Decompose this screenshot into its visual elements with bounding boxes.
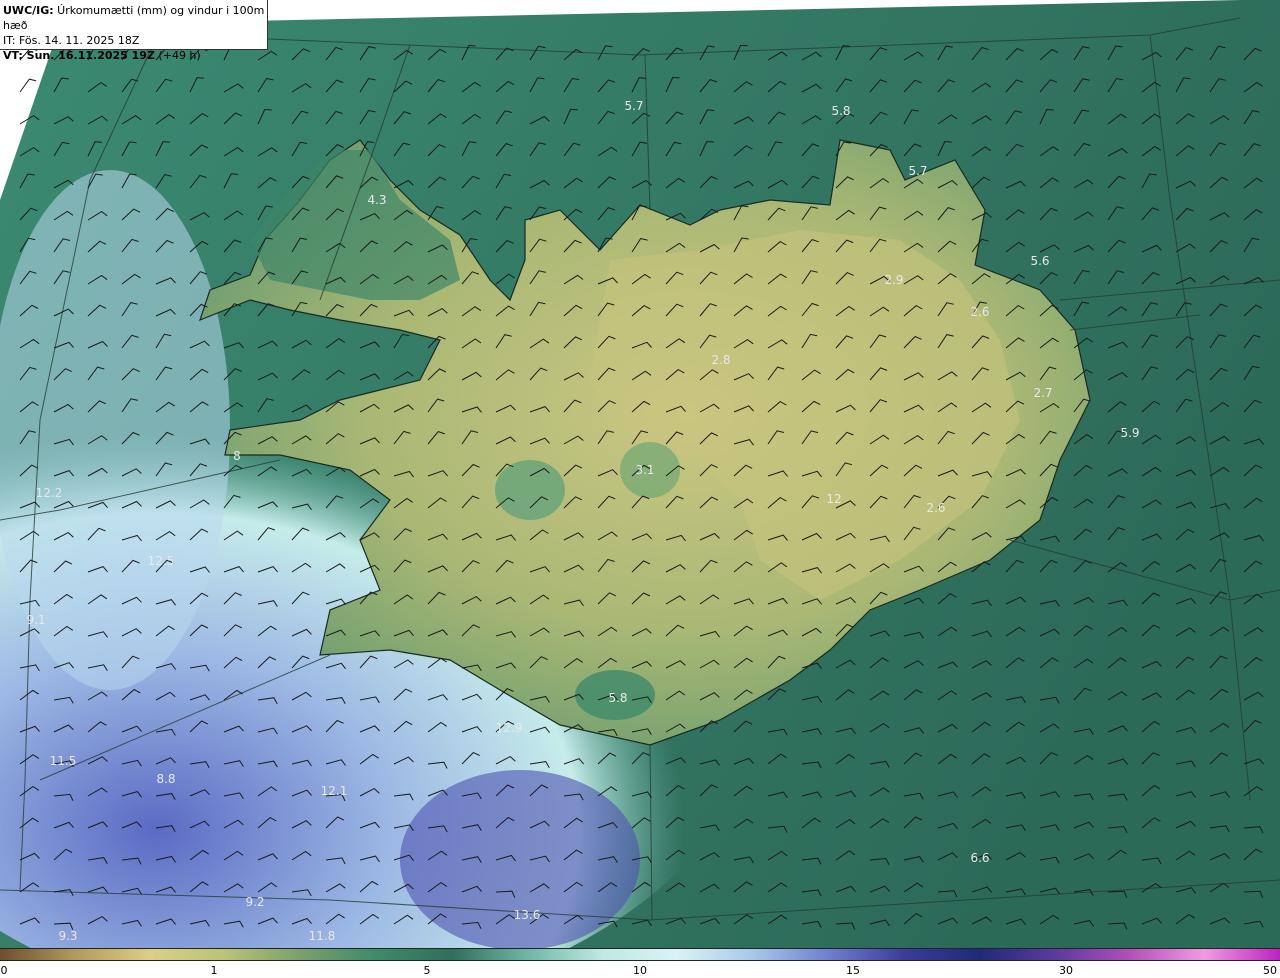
value-label: 3.1 [635, 463, 654, 477]
colorbar-tick: 15 [846, 964, 860, 977]
value-label: 5.7 [908, 164, 927, 178]
lead-time: (+49 h) [154, 49, 201, 62]
value-label: 5.7 [624, 99, 643, 113]
value-label: 2.9 [884, 273, 903, 287]
model-id: UWC/IG: [3, 4, 54, 17]
colorbar-tick: 30 [1059, 964, 1073, 977]
value-label: 5.6 [1030, 254, 1049, 268]
value-label: 12.2 [36, 486, 63, 500]
colorbar-tick: 1 [210, 964, 218, 977]
header-title-line: UWC/IG: Úrkomumætti (mm) og vindur i 100… [3, 3, 267, 33]
wind-barb [19, 78, 37, 93]
value-label: 13.6 [514, 908, 541, 922]
value-label: 11.8 [309, 929, 336, 943]
valid-time-line: VT: Sun. 16.11.2025 19Z (+49 h) [3, 48, 267, 63]
value-label: 5.8 [608, 691, 627, 705]
value-label: 6.6 [970, 851, 989, 865]
colorbar-tick: 0 [0, 964, 8, 977]
value-label: 5.9 [1120, 426, 1139, 440]
glacier-west [495, 460, 565, 520]
colorbar: 0 1 5 10 15 30 50 [0, 948, 1280, 978]
value-label: 2.8 [711, 353, 730, 367]
precipitation-map: 5.7 5.8 4.3 5.7 5.6 2.9 2.6 2.8 2.7 5.9 … [0, 0, 1280, 948]
value-label: 8.8 [156, 772, 175, 786]
value-label: 12.5 [148, 554, 175, 568]
colorbar-tick: 50 [1263, 964, 1277, 977]
value-label: 9.1 [26, 613, 45, 627]
value-label: 4.3 [367, 193, 386, 207]
value-label: 9.2 [245, 895, 264, 909]
value-label: 12 [826, 492, 841, 506]
value-label: 9.3 [58, 929, 77, 943]
value-label: 11.5 [50, 754, 77, 768]
value-label: 5.8 [831, 104, 850, 118]
value-label: 12.9 [496, 721, 523, 735]
value-label: 2.6 [926, 501, 945, 515]
map-canvas: 5.7 5.8 4.3 5.7 5.6 2.9 2.6 2.8 2.7 5.9 … [0, 0, 1280, 948]
colorbar-strip [0, 948, 1280, 961]
map-header: UWC/IG: Úrkomumætti (mm) og vindur i 100… [0, 0, 268, 62]
value-label: 2.6 [970, 305, 989, 319]
init-time: IT: Fös. 14. 11. 2025 18Z [3, 34, 140, 47]
value-label: 12.1 [321, 784, 348, 798]
colorbar-tick: 5 [423, 964, 431, 977]
wet-west [0, 170, 230, 690]
value-label: 8 [233, 449, 241, 463]
value-label: 2.7 [1033, 386, 1052, 400]
valid-time: VT: Sun. 16.11.2025 19Z [3, 49, 155, 62]
colorbar-tick: 10 [633, 964, 647, 977]
